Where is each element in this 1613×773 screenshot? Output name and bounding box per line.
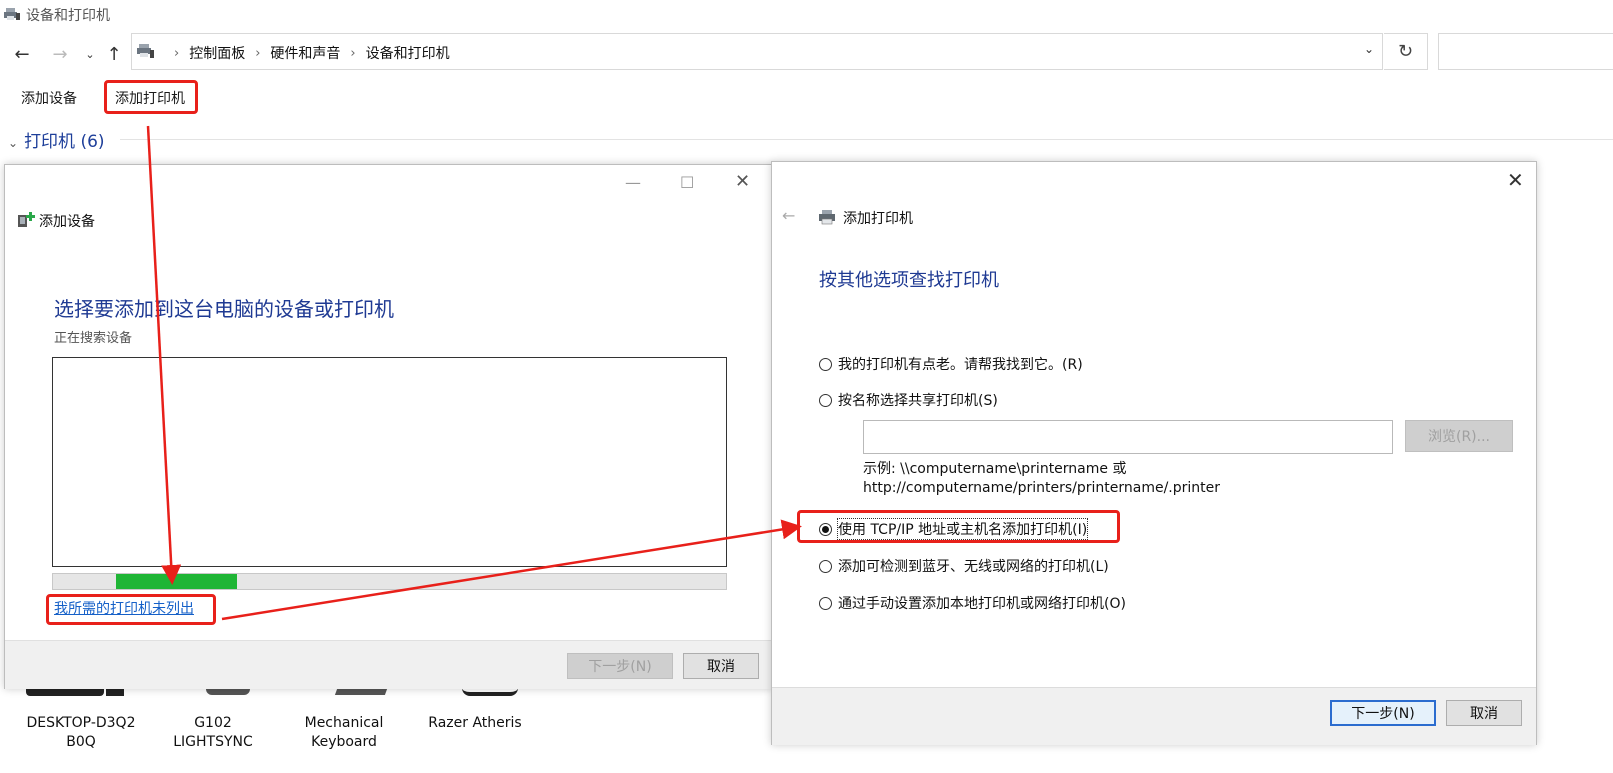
arrow-to-tcpip-option bbox=[221, 519, 802, 621]
arrow-to-link bbox=[146, 125, 182, 585]
annotation-arrows bbox=[146, 125, 802, 621]
